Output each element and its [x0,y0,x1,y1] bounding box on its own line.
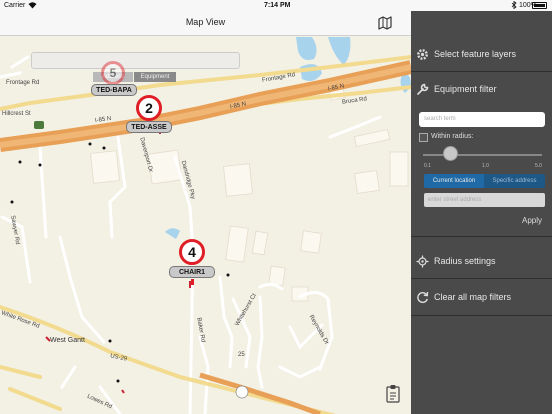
target-icon [416,255,429,268]
route-badge-label: 25 [238,352,245,358]
pin-count-badge: 2 [136,95,162,121]
slider-tick: 5.0 [535,163,542,169]
carrier-label: Carrier [4,2,26,9]
map-icon[interactable] [378,16,392,30]
current-location-button[interactable]: Current location [424,174,484,188]
wrench-icon [416,83,429,96]
clipboard-icon[interactable] [386,384,400,403]
pin-label: CHAIR1 [169,266,215,278]
radius-slider-thumb[interactable] [443,146,458,161]
page-title: Map View [185,17,226,27]
pin-count-badge: 4 [179,239,205,265]
select-feature-layers-row[interactable]: Select feature layers [411,39,552,69]
filter-panel: Select feature layers Equipment filter s… [411,11,552,414]
pin-stem [191,279,194,285]
map-label: Hillcrest St [2,111,31,117]
segment-equipment[interactable]: Equipment [134,72,176,82]
equipment-filter-label: Equipment filter [434,84,497,94]
slider-tick: 0.1 [424,163,431,169]
radius-settings-row[interactable]: Radius settings [411,248,552,278]
divider [411,315,552,316]
map-basemap [0,37,411,414]
within-radius-label: Within radius: [431,133,474,140]
map-label: West Gantt [50,337,85,344]
radius-slider-track[interactable] [423,154,542,156]
map-pin[interactable]: 2 TED-ASSE [126,95,174,143]
slider-tick: 1.0 [482,163,489,169]
bluetooth-icon [511,0,517,11]
wifi-icon [28,1,37,11]
divider [411,236,552,237]
pin-count-badge: 5 [101,61,125,85]
divider [411,71,552,72]
status-bar: Carrier 7:14 PM 100% [0,0,552,11]
gear-icon [416,48,429,61]
specific-address-button[interactable]: Specific address [484,174,545,188]
clear-filters-label: Clear all map filters [434,292,512,302]
navigation-bar: Map View [0,11,411,36]
app-root: Carrier 7:14 PM 100% Map View Address Eq… [0,0,552,414]
map-pin[interactable]: 4 CHAIR1 [169,239,217,293]
map-label: Frontage Rd [6,80,40,86]
divider [411,278,552,279]
select-feature-layers-label: Select feature layers [434,49,517,59]
clear-filters-row[interactable]: Clear all map filters [411,283,552,313]
street-address-input[interactable]: enter street address [424,193,545,207]
status-time: 7:14 PM [264,2,291,9]
map-view[interactable]: Address Equipment 5 TED-BAPA 2 TED-ASSE … [0,37,411,414]
within-radius-checkbox[interactable] [419,133,428,142]
battery-icon [532,2,547,9]
refresh-icon [416,291,429,304]
search-term-input[interactable]: search term [419,112,545,127]
pin-label: TED-ASSE [126,121,172,133]
equipment-filter-row[interactable]: Equipment filter [411,75,552,105]
radius-settings-label: Radius settings [434,256,496,266]
apply-button[interactable]: Apply [522,216,542,225]
